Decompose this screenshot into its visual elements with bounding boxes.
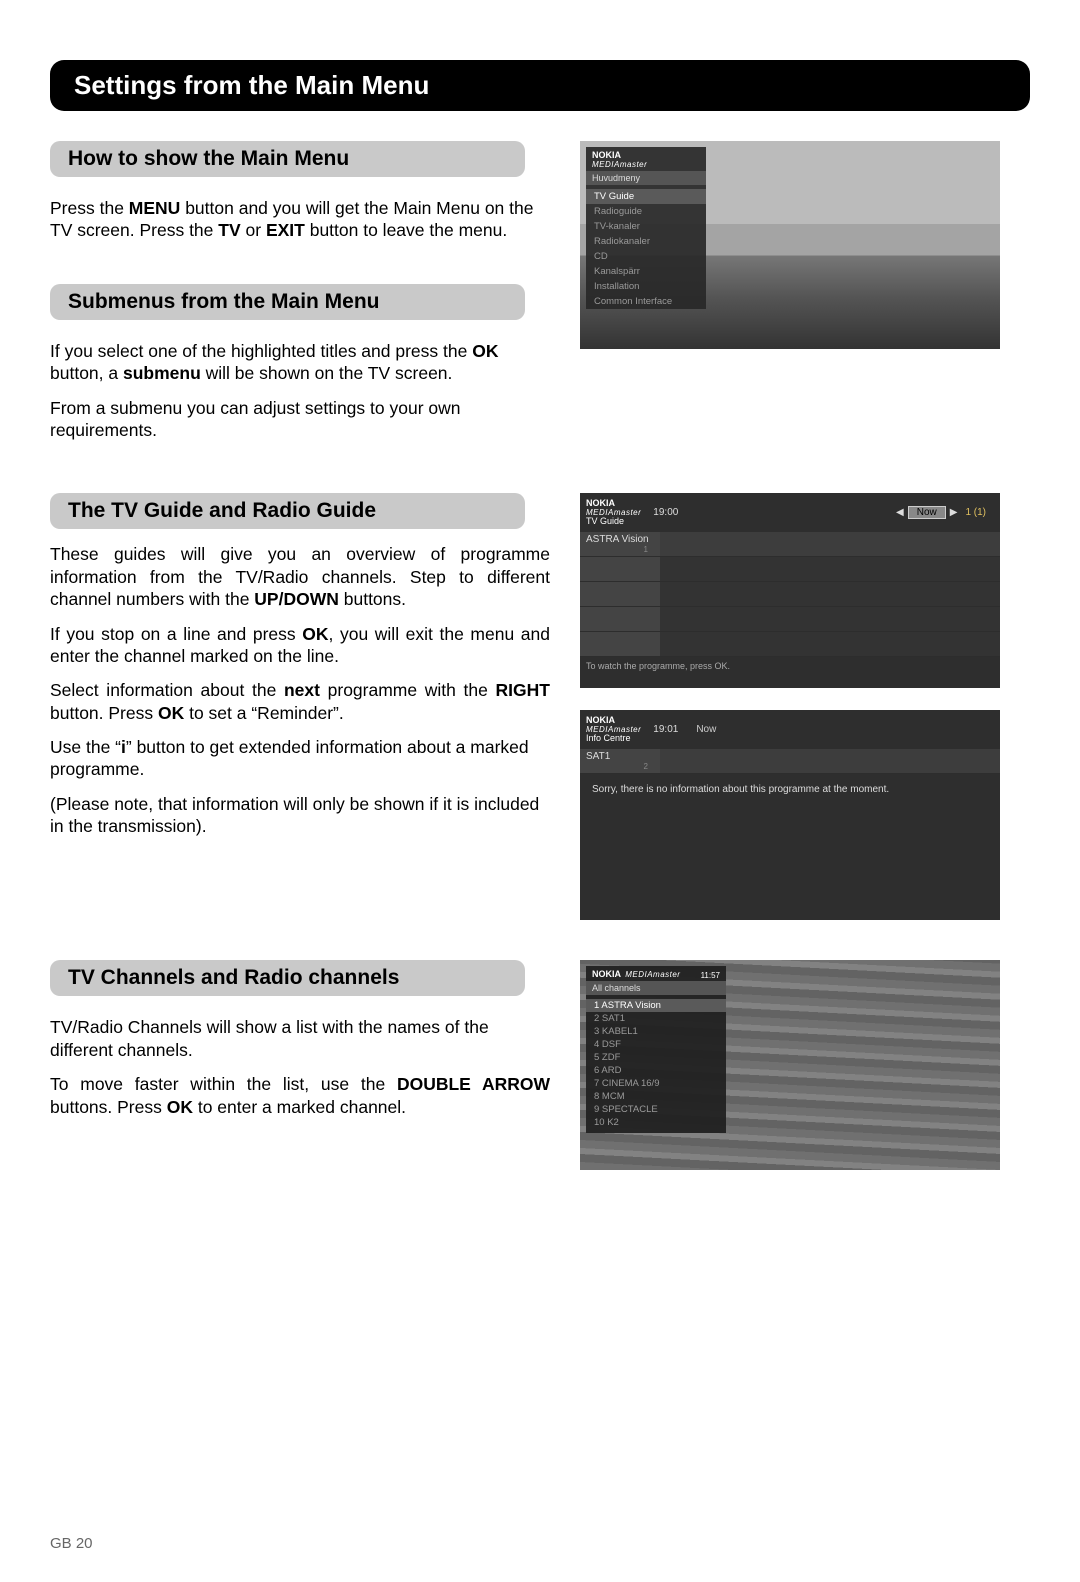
brand: NOKIA MEDIAmaster TV Guide — [586, 499, 641, 526]
screenshot-channel-list: NOKIA MEDIAmaster 11:57 All channels 1 A… — [580, 960, 1000, 1170]
now-selector: ◀ Now ▶ — [896, 506, 957, 519]
heading-guides: The TV Guide and Radio Guide — [50, 493, 525, 529]
channel-list-item: 5 ZDF — [586, 1051, 726, 1064]
arrow-right-icon: ▶ — [950, 507, 958, 518]
channel-number: 1 — [586, 545, 654, 554]
screenshot-info-centre: NOKIA MEDIAmaster Info Centre 19:01 Now … — [580, 710, 1000, 920]
channel-list-item: 2 SAT1 — [586, 1012, 726, 1025]
tvguide-time: 19:00 — [653, 507, 678, 518]
osd-menu-item: Radioguide — [586, 204, 706, 219]
section-guides: The TV Guide and Radio Guide These guide… — [50, 493, 1030, 920]
section-show-main-menu: How to show the Main Menu Press the MENU… — [50, 141, 1030, 453]
brand: NOKIA MEDIAmaster 11:57 — [586, 966, 726, 979]
heading-channels: TV Channels and Radio channels — [50, 960, 525, 996]
channels-time: 11:57 — [701, 972, 720, 980]
paragraph: If you select one of the highlighted tit… — [50, 340, 550, 385]
paragraph: Use the “i” button to get extended infor… — [50, 736, 550, 781]
osd-menu-title: Huvudmeny — [586, 171, 706, 185]
section-channels: TV Channels and Radio channels TV/Radio … — [50, 960, 1030, 1170]
paragraph: If you stop on a line and press OK, you … — [50, 623, 550, 668]
brand: NOKIA MEDIAmaster Info Centre — [586, 716, 641, 743]
guide-row — [580, 632, 1000, 657]
guide-row — [580, 607, 1000, 632]
brand: NOKIA MEDIAmaster — [586, 147, 706, 169]
tvguide-header: NOKIA MEDIAmaster TV Guide 19:00 ◀ Now ▶… — [580, 493, 1000, 532]
osd-menu-item: Kanalspärr — [586, 264, 706, 279]
channel-list-item: 10 K2 — [586, 1116, 726, 1129]
channel-list-item: 9 SPECTACLE — [586, 1103, 726, 1116]
paragraph: (Please note, that information will only… — [50, 793, 550, 838]
osd-menu-panel: NOKIA MEDIAmaster Huvudmeny TV GuideRadi… — [586, 147, 706, 309]
channels-title: All channels — [586, 981, 726, 995]
guide-row — [580, 557, 1000, 582]
heading-show-main-menu: How to show the Main Menu — [50, 141, 525, 177]
screenshot-tv-guide: NOKIA MEDIAmaster TV Guide 19:00 ◀ Now ▶… — [580, 493, 1000, 688]
osd-menu-item: Common Interface — [586, 294, 706, 309]
tvguide-footer: To watch the programme, press OK. — [580, 657, 1000, 675]
paragraph: TV/Radio Channels will show a list with … — [50, 1016, 550, 1061]
channel-number: 2 — [586, 762, 654, 771]
guide-row — [580, 582, 1000, 607]
channel-list-item: 6 ARD — [586, 1064, 726, 1077]
channel-list-item: 8 MCM — [586, 1090, 726, 1103]
osd-menu-item: CD — [586, 249, 706, 264]
info-message: Sorry, there is no information about thi… — [580, 774, 1000, 924]
arrow-left-icon: ◀ — [896, 507, 904, 518]
paragraph: To move faster within the list, use the … — [50, 1073, 550, 1118]
page-title: Settings from the Main Menu — [50, 60, 1030, 111]
channel-list-item: 4 DSF — [586, 1038, 726, 1051]
channel-name: ASTRA Vision — [586, 534, 654, 545]
heading-submenus: Submenus from the Main Menu — [50, 284, 525, 320]
now-label: Now — [696, 724, 716, 735]
info-header: NOKIA MEDIAmaster Info Centre 19:01 Now — [580, 710, 1000, 749]
osd-menu-item: TV-kanaler — [586, 219, 706, 234]
osd-menu-item: Radiokanaler — [586, 234, 706, 249]
screenshot-main-menu: NOKIA MEDIAmaster Huvudmeny TV GuideRadi… — [580, 141, 1000, 349]
manual-page: Settings from the Main Menu How to show … — [0, 0, 1080, 1582]
paragraph: These guides will give you an overview o… — [50, 543, 550, 610]
paragraph: From a submenu you can adjust settings t… — [50, 397, 550, 442]
channel-list-item: 1 ASTRA Vision — [586, 999, 726, 1012]
info-time: 19:01 — [653, 724, 678, 735]
paragraph: Press the MENU button and you will get t… — [50, 197, 550, 242]
page-footer: GB 20 — [50, 1535, 93, 1552]
channel-list-item: 3 KABEL1 — [586, 1025, 726, 1038]
channel-list-item: 7 CINEMA 16/9 — [586, 1077, 726, 1090]
osd-menu-item: Installation — [586, 279, 706, 294]
channel-name: SAT1 — [586, 751, 654, 762]
info-channel-row: SAT1 2 — [580, 749, 1000, 774]
channel-list-panel: NOKIA MEDIAmaster 11:57 All channels 1 A… — [586, 966, 726, 1133]
osd-menu-item: TV Guide — [586, 189, 706, 204]
guide-row: ASTRA Vision 1 — [580, 532, 1000, 557]
page-indicator: 1 (1) — [965, 507, 986, 518]
paragraph: Select information about the next progra… — [50, 679, 550, 724]
